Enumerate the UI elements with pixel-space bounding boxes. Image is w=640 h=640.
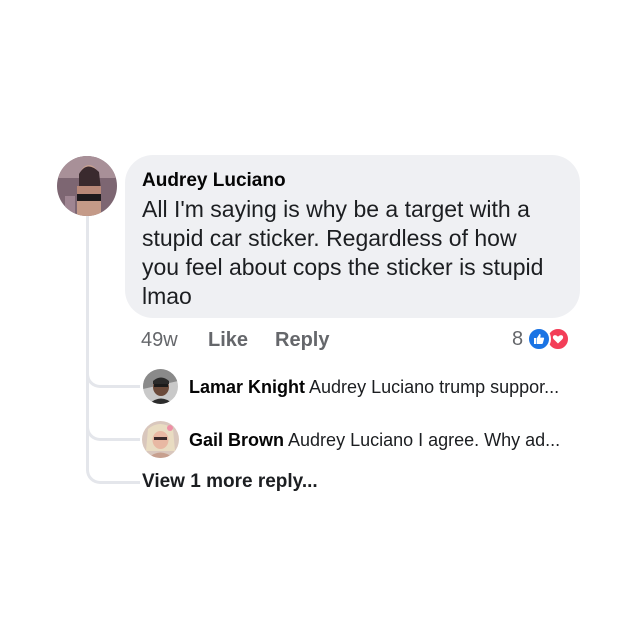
reply-author[interactable]: Gail Brown xyxy=(189,430,284,450)
avatar[interactable] xyxy=(143,369,178,404)
thread-branch xyxy=(86,419,140,441)
like-button[interactable]: Like xyxy=(208,328,248,352)
reply-preview: Audrey Luciano I agree. Why ad... xyxy=(288,430,561,450)
reply-item[interactable]: Lamar Knight Audrey Luciano trump suppor… xyxy=(189,376,559,398)
reply-item[interactable]: Gail Brown Audrey Luciano I agree. Why a… xyxy=(189,429,560,451)
comment-text: All I'm saying is why be a target with a… xyxy=(142,196,544,309)
reaction-count: 8 xyxy=(512,327,524,350)
comment-timestamp[interactable]: 49w xyxy=(141,328,178,352)
reply-preview: Audrey Luciano trump suppor... xyxy=(309,377,560,397)
thread-branch xyxy=(86,462,140,484)
thread-branch xyxy=(86,366,140,388)
avatar[interactable] xyxy=(142,421,179,458)
like-icon xyxy=(527,327,552,351)
comment-bubble: Audrey Luciano All I'm saying is why be … xyxy=(125,155,580,318)
reply-author[interactable]: Lamar Knight xyxy=(189,377,305,397)
comment-author[interactable]: Audrey Luciano xyxy=(142,169,560,193)
reactions-summary[interactable]: 8 xyxy=(512,325,571,353)
avatar[interactable] xyxy=(57,156,117,216)
reply-button[interactable]: Reply xyxy=(275,328,329,352)
view-more-replies-link[interactable]: View 1 more reply... xyxy=(142,470,318,494)
